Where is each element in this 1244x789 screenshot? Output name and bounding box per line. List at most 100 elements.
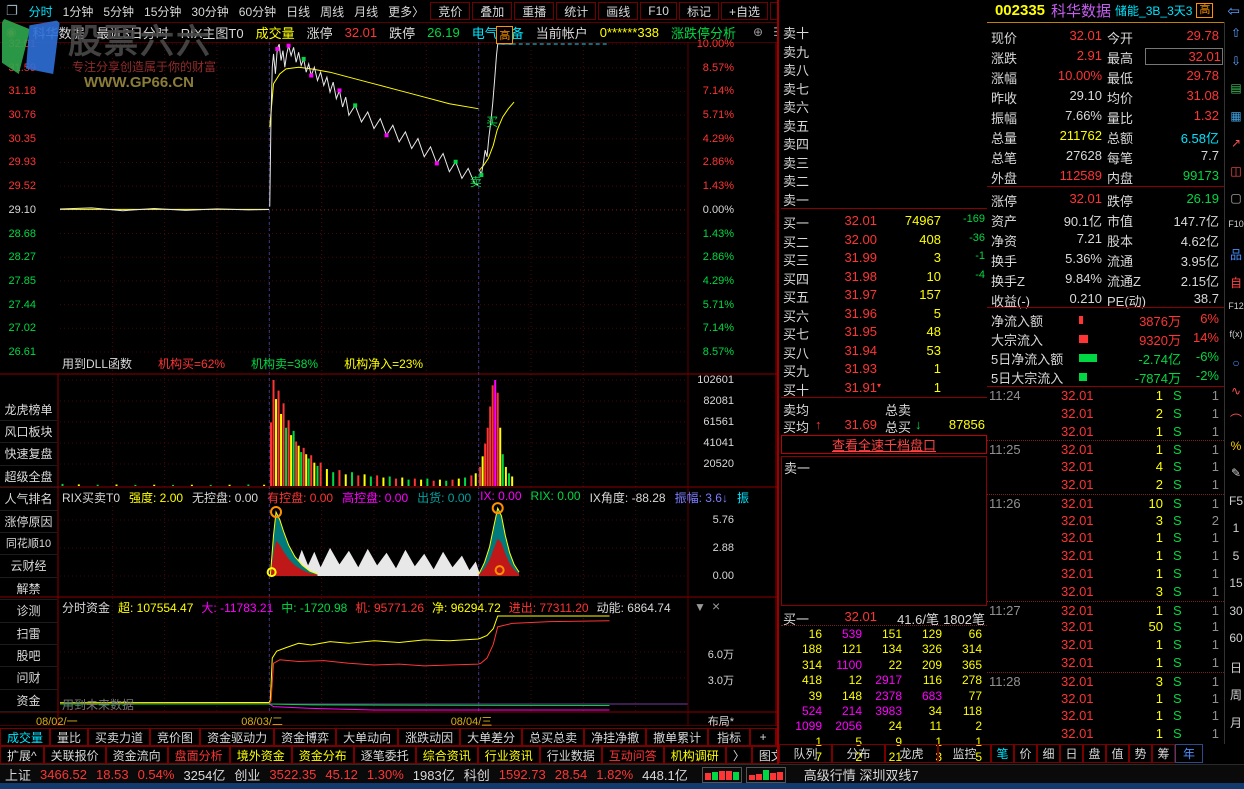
circle-icon[interactable]: ○ bbox=[1225, 356, 1244, 370]
toolbar-action-F10[interactable]: F10 bbox=[640, 2, 677, 20]
sidebar-item-龙虎榜单[interactable]: 龙虎榜单 bbox=[0, 398, 57, 421]
tape-row[interactable]: 32.012S1 bbox=[987, 405, 1224, 422]
period-tab-日线[interactable]: 日线 bbox=[281, 3, 315, 20]
indicator-tab-大单动向[interactable]: 大单动向 bbox=[336, 728, 398, 746]
queue-tab-分布[interactable]: 分布 bbox=[832, 744, 885, 763]
percent-icon[interactable]: % bbox=[1225, 439, 1244, 453]
tape-row[interactable]: 32.013S2 bbox=[987, 512, 1224, 529]
sidebar-item-涨停原因[interactable]: 涨停原因 bbox=[0, 510, 57, 533]
buy-queue-row[interactable]: 1653915112966 bbox=[781, 627, 987, 642]
sidebar-item-诊测[interactable]: 诊测 bbox=[0, 600, 57, 623]
f5-icon[interactable]: F5 bbox=[1225, 494, 1244, 508]
header-seg-10[interactable]: 0******338 bbox=[600, 25, 659, 40]
formula-icon[interactable]: f(x) bbox=[1225, 329, 1244, 339]
header-seg-4[interactable]: 涨停 bbox=[307, 23, 333, 42]
buy-level-row[interactable]: 买四31.9810-4 bbox=[781, 268, 987, 286]
f12-icon[interactable]: F12 bbox=[1225, 301, 1244, 311]
index-seg-2[interactable]: 18.53 bbox=[96, 767, 129, 782]
buy-queue-row[interactable]: 314110022209365 bbox=[781, 658, 987, 673]
period-year-tab[interactable]: 年 bbox=[1175, 744, 1203, 763]
period-30-min[interactable]: 30 bbox=[1225, 604, 1244, 618]
sidebar-item-风口板块[interactable]: 风口板块 bbox=[0, 420, 57, 443]
sell-avg-row[interactable]: 卖均总卖 bbox=[781, 399, 987, 417]
sidebar-item-扫雷[interactable]: 扫雷 bbox=[0, 622, 57, 645]
tape-tab-盘[interactable]: 盘 bbox=[1083, 744, 1106, 763]
fund-close-icon[interactable]: × bbox=[712, 598, 720, 614]
period-tab-15分钟[interactable]: 15分钟 bbox=[139, 3, 186, 20]
info-tab-互动问答[interactable]: 互动问答 bbox=[602, 746, 664, 764]
index-seg-10[interactable]: 科创 bbox=[464, 765, 490, 784]
period-tab-分时[interactable]: 分时 bbox=[24, 3, 58, 20]
sell-level-row[interactable]: 卖十 bbox=[781, 22, 987, 40]
index-seg-7[interactable]: 45.12 bbox=[325, 767, 358, 782]
sidebar-item-问财[interactable]: 问财 bbox=[0, 667, 57, 690]
tape-row[interactable]: 32.011S1 bbox=[987, 636, 1224, 653]
buy-queue-row[interactable]: 418122917116278 bbox=[781, 673, 987, 688]
tape-row[interactable]: 32.014S1 bbox=[987, 458, 1224, 475]
indicator-tab-量比[interactable]: 量比 bbox=[50, 728, 88, 746]
sell-level-row[interactable]: 卖二 bbox=[781, 170, 987, 188]
f10-icon[interactable]: F10 bbox=[1225, 219, 1244, 229]
period-tab-1分钟[interactable]: 1分钟 bbox=[58, 3, 99, 20]
buy-queue-row[interactable]: 39148237868377 bbox=[781, 689, 987, 704]
index-seg-6[interactable]: 3522.35 bbox=[269, 767, 316, 782]
info-tab-关联报价[interactable]: 关联报价 bbox=[44, 746, 106, 764]
info-tab-行业数据[interactable]: 行业数据 bbox=[540, 746, 602, 764]
header-seg-9[interactable]: 当前帐户 bbox=[536, 23, 588, 42]
tape-tab-日[interactable]: 日 bbox=[1060, 744, 1083, 763]
index-seg-14[interactable]: 448.1亿 bbox=[642, 765, 688, 784]
tape-row[interactable]: 32.011S1 bbox=[987, 725, 1224, 742]
info-tab-境外资金[interactable]: 境外资金 bbox=[230, 746, 292, 764]
tape-row[interactable]: 11:2432.011S1 bbox=[987, 387, 1224, 404]
queue-tab-队列[interactable]: 队列 bbox=[779, 744, 832, 763]
sell-level-row[interactable]: 卖九 bbox=[781, 41, 987, 59]
tape-tab-值[interactable]: 值 bbox=[1106, 744, 1129, 763]
tape-row[interactable]: 32.0150S1 bbox=[987, 618, 1224, 635]
tape-row[interactable]: 32.011S1 bbox=[987, 707, 1224, 724]
index-seg-9[interactable]: 1983亿 bbox=[413, 765, 455, 784]
queue-tab-监控[interactable]: 监控 bbox=[938, 744, 991, 763]
tape-row[interactable]: 32.011S1 bbox=[987, 547, 1224, 564]
sell-level-row[interactable]: 卖六 bbox=[781, 96, 987, 114]
toolbar-action-竞价[interactable]: 竞价 bbox=[430, 2, 470, 20]
tape-row[interactable]: 32.013S1 bbox=[987, 583, 1224, 600]
sell-level-row[interactable]: 卖八 bbox=[781, 59, 987, 77]
buy-level-row[interactable]: 买八31.9453 bbox=[781, 342, 987, 360]
period-tab-周线[interactable]: 周线 bbox=[315, 3, 349, 20]
tape-row[interactable]: 32.012S1 bbox=[987, 476, 1224, 493]
buy-level-row[interactable]: 买六31.965 bbox=[781, 305, 987, 323]
indicator-tab-资金驱动力[interactable]: 资金驱动力 bbox=[200, 728, 274, 746]
indicator-tab-买卖力道[interactable]: 买卖力道 bbox=[88, 728, 150, 746]
period-tab-月线[interactable]: 月线 bbox=[349, 3, 383, 20]
tape-row[interactable]: 11:2532.011S1 bbox=[987, 440, 1224, 458]
info-tab-行业资讯[interactable]: 行业资讯 bbox=[478, 746, 540, 764]
header-seg-6[interactable]: 跌停 bbox=[389, 23, 415, 42]
kline-icon[interactable]: ◫ bbox=[1225, 164, 1244, 178]
index-seg-11[interactable]: 1592.73 bbox=[499, 767, 546, 782]
tape-row[interactable]: 32.011S1 bbox=[987, 690, 1224, 707]
toolbar-action-标记[interactable]: 标记 bbox=[679, 2, 719, 20]
info-tab-扩展^[interactable]: 扩展^ bbox=[0, 746, 44, 764]
toolbar-action-重播[interactable]: 重播 bbox=[514, 2, 554, 20]
tape-row[interactable]: 11:2732.011S1 bbox=[987, 601, 1224, 619]
period-60-min[interactable]: 60 bbox=[1225, 631, 1244, 645]
back-arrow-icon[interactable]: ⇦ bbox=[1227, 2, 1240, 20]
buy-level-row[interactable]: 买十31.91▾1 bbox=[781, 379, 987, 397]
full-depth-button[interactable]: 查看全速千档盘口 bbox=[781, 435, 987, 454]
wave-icon[interactable]: ∿ bbox=[1225, 384, 1244, 398]
sidebar-item-云财经[interactable]: 云财经 bbox=[0, 555, 57, 578]
period-week[interactable]: 周 bbox=[1225, 686, 1244, 703]
indicator-tab-资金博弈[interactable]: 资金博弈 bbox=[274, 728, 336, 746]
index-seg-4[interactable]: 3254亿 bbox=[183, 765, 225, 784]
indicator-tab-涨跌动因[interactable]: 涨跌动因 bbox=[398, 728, 460, 746]
indicator-ctrl-指标[interactable]: 指标 bbox=[708, 728, 750, 746]
info-tab-资金分布[interactable]: 资金分布 bbox=[292, 746, 354, 764]
info-tab-资金流向[interactable]: 资金流向 bbox=[106, 746, 168, 764]
sidebar-item-股吧[interactable]: 股吧 bbox=[0, 644, 57, 667]
buy-level-row[interactable]: 买七31.9548 bbox=[781, 323, 987, 341]
pen-icon[interactable]: ✎ bbox=[1225, 466, 1244, 480]
period-month[interactable]: 月 bbox=[1225, 714, 1244, 731]
index-seg-12[interactable]: 28.54 bbox=[555, 767, 588, 782]
sidebar-item-解禁[interactable]: 解禁 bbox=[0, 577, 57, 600]
tree-icon[interactable]: 品 bbox=[1225, 246, 1244, 263]
